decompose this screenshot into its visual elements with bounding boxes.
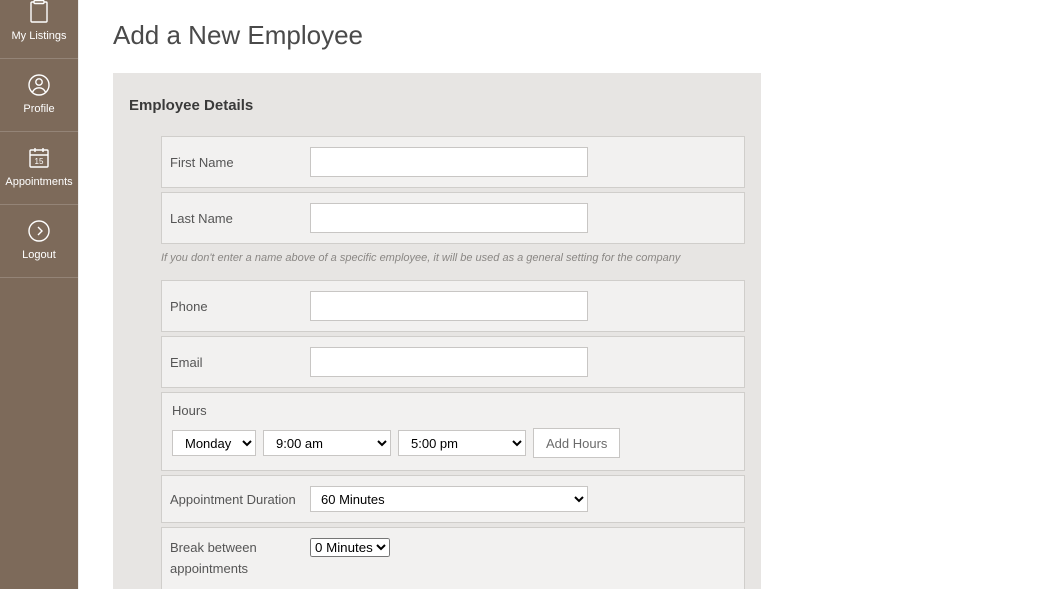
name-note: If you don't enter a name above of a spe… (161, 252, 745, 264)
hours-controls: Monday 9:00 am 5:00 pm Add Hours (172, 428, 734, 458)
form-fieldset: First Name Last Name If you don't enter … (129, 136, 745, 589)
email-label: Email (170, 355, 310, 370)
panel-title: Employee Details (129, 97, 745, 114)
hours-day-select[interactable]: Monday (172, 430, 256, 456)
hours-label: Hours (172, 403, 734, 418)
first-name-label: First Name (170, 155, 310, 170)
break-row: Break between appointments 0 Minutes To … (161, 527, 745, 589)
sidebar-item-logout[interactable]: Logout (0, 205, 78, 278)
profile-icon (27, 73, 51, 97)
duration-row: Appointment Duration 60 Minutes (161, 475, 745, 523)
phone-label: Phone (170, 299, 310, 314)
phone-input[interactable] (310, 291, 588, 321)
last-name-input[interactable] (310, 203, 588, 233)
sidebar-item-my-listings[interactable]: My Listings (0, 0, 78, 59)
calendar-badge-text: 15 (35, 157, 44, 166)
sidebar: My Listings Profile 15 Appointments (0, 0, 78, 589)
first-name-row: First Name (161, 136, 745, 188)
page-title: Add a New Employee (113, 20, 1016, 51)
break-select[interactable]: 0 Minutes (310, 538, 390, 557)
first-name-input[interactable] (310, 147, 588, 177)
hours-end-select[interactable]: 5:00 pm (398, 430, 526, 456)
hours-row: Hours Monday 9:00 am 5:00 pm Add Hours (161, 392, 745, 471)
sidebar-item-label: Profile (23, 103, 54, 115)
phone-row: Phone (161, 280, 745, 332)
last-name-label: Last Name (170, 211, 310, 226)
listings-icon (27, 0, 51, 24)
last-name-row: Last Name (161, 192, 745, 244)
sidebar-item-label: Logout (22, 249, 56, 261)
employee-details-panel: Employee Details First Name Last Name If… (113, 73, 761, 589)
logout-icon (27, 219, 51, 243)
break-label: Break between appointments (170, 538, 310, 580)
duration-label: Appointment Duration (170, 492, 310, 507)
add-hours-button[interactable]: Add Hours (533, 428, 620, 458)
sidebar-item-profile[interactable]: Profile (0, 59, 78, 132)
hours-start-select[interactable]: 9:00 am (263, 430, 391, 456)
main-content: Add a New Employee Employee Details Firs… (78, 0, 1050, 589)
email-row: Email (161, 336, 745, 388)
duration-select[interactable]: 60 Minutes (310, 486, 588, 512)
email-input[interactable] (310, 347, 588, 377)
sidebar-item-label: My Listings (11, 30, 66, 42)
sidebar-item-label: Appointments (5, 176, 72, 188)
sidebar-item-appointments[interactable]: 15 Appointments (0, 132, 78, 205)
calendar-icon: 15 (27, 146, 51, 170)
